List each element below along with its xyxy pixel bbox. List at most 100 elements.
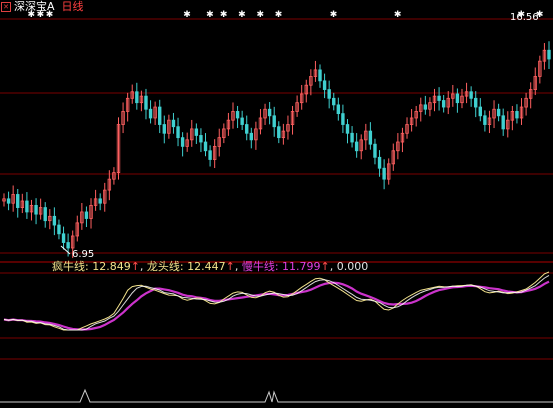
leader-line [3, 274, 550, 331]
chart-period[interactable]: 日线 [62, 0, 84, 13]
candle-body [345, 124, 350, 134]
candle-body [496, 108, 501, 117]
candlestick [428, 97, 432, 117]
trailing-value: 0.000 [336, 260, 369, 273]
candle-body [267, 108, 272, 117]
candle-body [441, 100, 446, 108]
signal-marker-icon: ✱ [330, 10, 338, 20]
candlestick [446, 91, 450, 115]
candlestick [125, 92, 130, 122]
candle-body [350, 132, 354, 143]
candlestick [38, 198, 43, 220]
candle-body [501, 115, 505, 130]
candlestick [208, 145, 212, 167]
slow-bull-value: 11.799 [282, 260, 321, 273]
candlestick [533, 67, 537, 96]
candlestick [130, 84, 134, 104]
candle-body [235, 111, 240, 119]
candle-body [98, 198, 102, 204]
candlestick [405, 117, 409, 139]
candlestick [240, 110, 244, 130]
candle-body [368, 130, 373, 145]
candle-body [483, 115, 487, 125]
grid-lines [0, 18, 553, 360]
candlestick [16, 188, 20, 218]
candlestick [409, 109, 414, 132]
candlestick [492, 100, 496, 129]
candle-body [373, 143, 377, 158]
candle-body [423, 104, 428, 110]
candle-body [322, 80, 327, 90]
candlestick [61, 226, 66, 250]
candlestick [354, 133, 359, 158]
signal-marker-icon: ✱ [206, 10, 214, 20]
candle-body [245, 124, 249, 134]
candlestick [290, 105, 295, 135]
candlestick [148, 100, 153, 124]
crazy-bull-value: 12.849 [92, 260, 131, 273]
candlestick [455, 88, 460, 113]
candlestick [281, 123, 286, 145]
candlestick [528, 82, 533, 109]
candlestick [25, 192, 29, 219]
crazy-bull-line [3, 271, 550, 331]
candlestick [52, 207, 57, 236]
candlestick [217, 128, 221, 157]
candlestick [222, 123, 226, 144]
candle-body [84, 211, 89, 219]
candle-body [341, 113, 345, 125]
candlestick [432, 88, 437, 112]
candle-body [194, 128, 199, 136]
candlestick [387, 158, 391, 185]
candlestick [377, 150, 382, 177]
candlestick [382, 159, 386, 190]
candlestick [547, 41, 551, 70]
signal-marker-icon: ✱ [238, 10, 246, 20]
candle-body [61, 233, 66, 243]
candle-body [249, 132, 254, 141]
candlestick [313, 60, 318, 82]
candlestick [441, 95, 446, 113]
candlestick [483, 110, 487, 132]
candlestick [345, 119, 350, 144]
candlestick [469, 86, 473, 107]
candle-body [478, 106, 483, 117]
candlestick [336, 97, 341, 121]
candlesticks [2, 41, 551, 259]
candlestick [267, 102, 272, 125]
candle-body [25, 200, 29, 213]
candlestick [496, 103, 501, 122]
candlestick [231, 102, 235, 129]
crazy-bull-label: 疯牛线 [52, 260, 85, 273]
candlestick [112, 167, 116, 185]
signal-marker-icon: ✱ [275, 10, 283, 20]
candlestick [162, 115, 166, 144]
candlestick [368, 122, 373, 150]
low-price-label: 6.95 [72, 249, 94, 260]
candle-body [382, 167, 386, 180]
candlestick [258, 109, 263, 135]
candlestick [190, 119, 194, 147]
candlestick [501, 108, 505, 136]
high-price-label: 16.56 [510, 12, 539, 23]
candlestick [185, 132, 189, 152]
candlestick [11, 185, 15, 212]
stock-name[interactable]: 深深宝A [14, 0, 55, 13]
candlestick [299, 84, 304, 110]
volume-spike [0, 388, 553, 403]
candlestick [391, 143, 395, 171]
signal-marker-icon: ✱ [183, 10, 191, 20]
candle-body [515, 111, 519, 119]
candlestick [304, 79, 308, 103]
candlestick [158, 99, 162, 134]
candle-body [455, 93, 460, 104]
candlestick [167, 114, 171, 139]
candlestick [515, 104, 519, 124]
candlestick [171, 112, 176, 134]
candlestick [6, 191, 11, 211]
candlestick [254, 121, 258, 150]
indicator-readout: 疯牛线: 12.849↑, 龙头线: 12.447↑, 慢牛线: 11.799↑… [52, 260, 369, 273]
candlestick [460, 88, 464, 109]
signal-marker-icon: ✱ [394, 10, 402, 20]
up-arrow-icon: ↑ [130, 260, 140, 273]
